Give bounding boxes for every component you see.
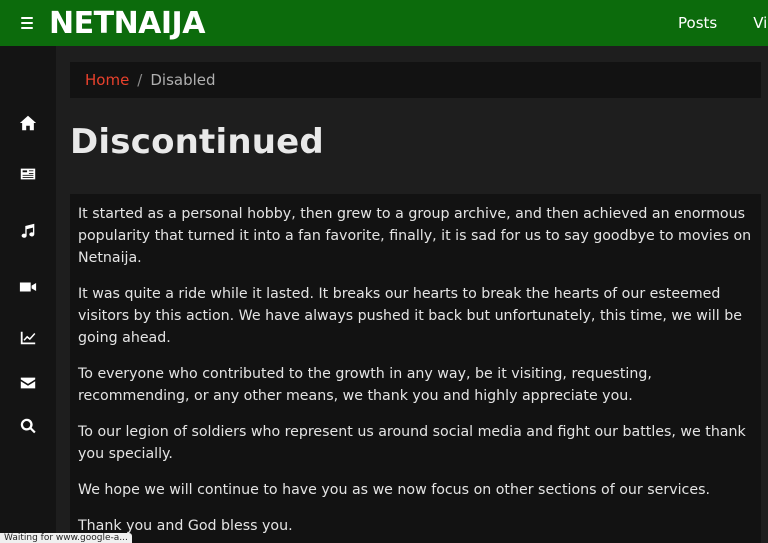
chart-icon[interactable] xyxy=(18,328,38,348)
site-logo[interactable]: NETNAIJA xyxy=(49,6,205,41)
breadcrumb-current: Disabled xyxy=(150,71,216,89)
music-icon[interactable] xyxy=(18,221,38,241)
notice-paragraph: To our legion of soldiers who represent … xyxy=(78,424,746,462)
notice-paragraph: We hope we will continue to have you as … xyxy=(78,482,710,498)
menu-icon-bar xyxy=(21,22,33,24)
notice-paragraph: Thank you and God bless you. xyxy=(78,518,293,534)
notice-content: It started as a personal hobby, then gre… xyxy=(70,194,761,543)
breadcrumb-separator: / xyxy=(137,71,143,89)
page-title: Discontinued xyxy=(70,122,324,162)
mail-icon[interactable] xyxy=(18,373,38,393)
top-header: NETNAIJA Posts Vid xyxy=(0,0,768,46)
news-icon[interactable] xyxy=(18,164,38,184)
notice-paragraph: It started as a personal hobby, then gre… xyxy=(78,206,752,266)
menu-icon[interactable] xyxy=(21,17,33,29)
nav-link-posts[interactable]: Posts xyxy=(678,14,717,32)
menu-icon-bar xyxy=(21,17,33,19)
sidebar xyxy=(0,46,56,543)
search-icon[interactable] xyxy=(18,416,38,436)
breadcrumb: Home / Disabled xyxy=(70,62,761,98)
browser-status-bar: Waiting for www.google-a... xyxy=(0,533,132,543)
home-icon[interactable] xyxy=(18,113,38,133)
menu-icon-bar xyxy=(21,27,33,29)
breadcrumb-home-link[interactable]: Home xyxy=(85,71,129,89)
notice-paragraph: To everyone who contributed to the growt… xyxy=(78,366,652,404)
video-icon[interactable] xyxy=(18,277,38,297)
top-nav: Posts Vid xyxy=(678,0,768,46)
notice-paragraph: It was quite a ride while it lasted. It … xyxy=(78,286,742,346)
site-logo-text: NETNAIJA xyxy=(49,5,205,41)
nav-link-videos[interactable]: Vid xyxy=(753,14,768,32)
